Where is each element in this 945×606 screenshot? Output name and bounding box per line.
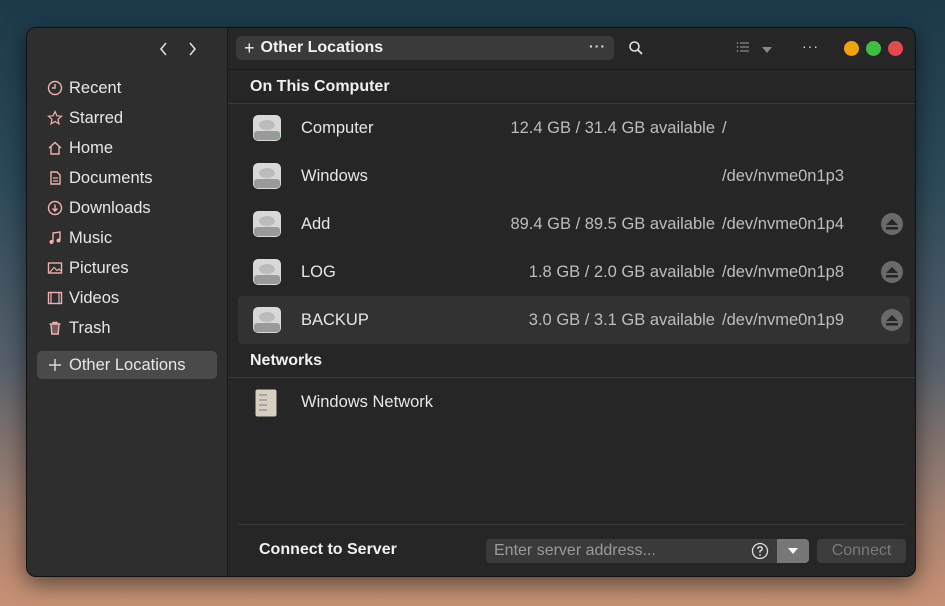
- drive-icon: [253, 259, 281, 285]
- sidebar-item-label: Music: [69, 228, 113, 247]
- sidebar-item-other-locations[interactable]: Other Locations: [37, 351, 217, 379]
- drive-name: Computer: [301, 118, 374, 137]
- network-name: Windows Network: [301, 392, 434, 411]
- sidebar-item-label: Recent: [69, 78, 122, 97]
- download-icon: [46, 200, 63, 217]
- drive-icon: [253, 211, 281, 237]
- sidebar-item-label: Videos: [69, 288, 120, 307]
- chevron-down-icon: [788, 548, 798, 554]
- minimize-button[interactable]: [844, 41, 859, 56]
- connect-label: Connect to Server: [259, 541, 397, 558]
- drive-name: BACKUP: [301, 310, 369, 329]
- back-icon[interactable]: [157, 38, 171, 60]
- section-title-computer: On This Computer: [228, 70, 915, 104]
- header-bar: + Other Locations ··· ···: [228, 28, 915, 70]
- star-icon: [46, 110, 63, 127]
- network-server-icon: [255, 389, 277, 417]
- drive-size: 3.0 GB / 3.1 GB available: [528, 310, 715, 329]
- home-icon: [46, 140, 63, 157]
- network-row[interactable]: Windows Network: [238, 378, 910, 426]
- trash-icon: [46, 320, 63, 337]
- sidebar-item-downloads[interactable]: Downloads: [27, 193, 227, 223]
- places-list: Recent Starred Home Documents Downloads …: [27, 73, 227, 379]
- documents-icon: [46, 170, 63, 187]
- drive-name: Add: [301, 214, 331, 233]
- main-pane: + Other Locations ··· ··· On This Comput…: [228, 28, 915, 576]
- drive-row[interactable]: Computer 12.4 GB / 31.4 GB available /: [238, 104, 910, 152]
- list-view-icon[interactable]: [736, 40, 750, 58]
- sidebar-item-label: Pictures: [69, 258, 129, 277]
- view-options[interactable]: [736, 40, 772, 58]
- eject-button[interactable]: [881, 261, 903, 283]
- sidebar-item-documents[interactable]: Documents: [27, 163, 227, 193]
- drive-size: 89.4 GB / 89.5 GB available: [510, 214, 715, 233]
- connect-button[interactable]: Connect: [817, 539, 906, 563]
- sidebar-item-music[interactable]: Music: [27, 223, 227, 253]
- chevron-down-icon[interactable]: [762, 40, 772, 58]
- path-bar[interactable]: + Other Locations ···: [236, 36, 614, 60]
- sidebar-item-label: Home: [69, 138, 114, 157]
- sidebar-item-label: Downloads: [69, 198, 151, 217]
- clock-icon: [46, 80, 63, 97]
- eject-icon: [886, 314, 898, 325]
- sidebar-item-label: Trash: [69, 318, 111, 337]
- connect-to-server-bar: Connect to Server Connect: [238, 524, 906, 576]
- eject-icon: [886, 218, 898, 229]
- drive-name: Windows: [301, 166, 368, 185]
- drive-device: /: [722, 118, 727, 137]
- drive-icon: [253, 163, 281, 189]
- drive-device: /dev/nvme0n1p4: [722, 214, 845, 233]
- plus-icon: [46, 357, 63, 374]
- plus-icon: +: [244, 37, 255, 58]
- videos-icon: [46, 290, 63, 307]
- eject-button[interactable]: [881, 213, 903, 235]
- file-manager-window: Recent Starred Home Documents Downloads …: [26, 27, 916, 577]
- path-more-icon[interactable]: ···: [589, 38, 606, 54]
- sidebar: Recent Starred Home Documents Downloads …: [27, 28, 228, 576]
- sidebar-item-pictures[interactable]: Pictures: [27, 253, 227, 283]
- drive-size: 12.4 GB / 31.4 GB available: [510, 118, 715, 137]
- drive-row[interactable]: Add 89.4 GB / 89.5 GB available /dev/nvm…: [238, 200, 910, 248]
- close-button[interactable]: [888, 41, 903, 56]
- drive-row[interactable]: Windows /dev/nvme0n1p3: [238, 152, 910, 200]
- drive-row[interactable]: LOG 1.8 GB / 2.0 GB available /dev/nvme0…: [238, 248, 910, 296]
- sidebar-item-home[interactable]: Home: [27, 133, 227, 163]
- drive-icon: [253, 307, 281, 333]
- path-title: Other Locations: [260, 39, 384, 56]
- drive-row[interactable]: BACKUP 3.0 GB / 3.1 GB available /dev/nv…: [238, 296, 910, 344]
- music-icon: [46, 230, 63, 247]
- help-icon[interactable]: [751, 542, 769, 560]
- sidebar-item-trash[interactable]: Trash: [27, 313, 227, 343]
- maximize-button[interactable]: [866, 41, 881, 56]
- drive-device: /dev/nvme0n1p3: [722, 166, 845, 185]
- sidebar-item-label: Other Locations: [69, 355, 186, 374]
- pictures-icon: [46, 260, 63, 277]
- section-title-networks: Networks: [228, 344, 915, 378]
- drive-name: LOG: [301, 262, 336, 281]
- sidebar-item-starred[interactable]: Starred: [27, 103, 227, 133]
- eject-icon: [886, 266, 898, 277]
- sidebar-item-recent[interactable]: Recent: [27, 73, 227, 103]
- recent-servers-dropdown[interactable]: [777, 539, 809, 563]
- nav-arrows: [157, 38, 199, 60]
- sidebar-item-videos[interactable]: Videos: [27, 283, 227, 313]
- drive-size: 1.8 GB / 2.0 GB available: [528, 262, 715, 281]
- menu-icon[interactable]: ···: [802, 38, 819, 54]
- sidebar-item-label: Documents: [69, 168, 153, 187]
- server-address-input[interactable]: [486, 539, 780, 563]
- drive-icon: [253, 115, 281, 141]
- forward-icon[interactable]: [185, 38, 199, 60]
- search-icon[interactable]: [628, 40, 646, 58]
- drive-device: /dev/nvme0n1p9: [722, 310, 845, 329]
- drive-list: Computer 12.4 GB / 31.4 GB available / W…: [228, 104, 915, 344]
- drive-device: /dev/nvme0n1p8: [722, 262, 845, 281]
- sidebar-item-label: Starred: [69, 108, 124, 127]
- eject-button[interactable]: [881, 309, 903, 331]
